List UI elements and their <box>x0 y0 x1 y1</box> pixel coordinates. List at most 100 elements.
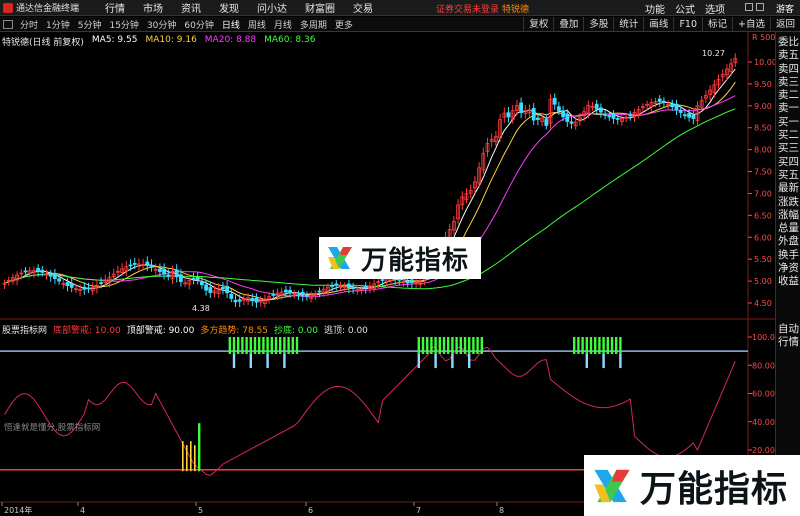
menu-item-formula[interactable]: 公式 <box>670 1 700 16</box>
menu-item-ask[interactable]: 问小达 <box>248 0 296 15</box>
menu-item-discover[interactable]: 发现 <box>210 0 248 15</box>
date-tick-1: 4 <box>80 506 85 515</box>
candle-body <box>225 285 230 294</box>
auto-label-1[interactable]: 自动 <box>776 323 800 336</box>
login-status[interactable]: 证券交易未登录 <box>436 2 499 15</box>
top-signal-bar <box>262 337 265 354</box>
menu-item-exchange[interactable]: 市场 <box>134 0 172 15</box>
top-signal-bar <box>266 337 269 354</box>
candle-body <box>271 293 276 296</box>
auto-quote[interactable]: 自动 行情 <box>776 323 800 350</box>
tool-adjust-button[interactable]: 复权 <box>523 17 553 32</box>
top-signal-bar <box>291 337 294 354</box>
top-signal-bar <box>274 337 278 354</box>
top-signal-bar <box>577 337 580 354</box>
candle-body <box>23 270 28 273</box>
tool-f10-button[interactable]: F10 <box>673 17 702 32</box>
candle-body <box>166 274 171 277</box>
tool-overlay-button[interactable]: 叠加 <box>553 17 583 32</box>
candle-body <box>611 113 616 119</box>
candle-body <box>162 268 167 275</box>
candle-body <box>174 269 179 278</box>
menu-item-market[interactable]: 行情 <box>96 0 134 15</box>
auto-label-2[interactable]: 行情 <box>776 336 800 349</box>
candle-body <box>69 282 74 288</box>
bottom-signal-bar <box>190 441 192 472</box>
tab-30min[interactable]: 30分钟 <box>143 18 180 31</box>
layout-icon[interactable] <box>3 19 13 29</box>
guest-user[interactable]: 游客 <box>776 2 794 15</box>
candle-body <box>615 118 620 120</box>
candle-body <box>233 299 238 303</box>
tab-5min[interactable]: 5分钟 <box>74 18 106 31</box>
top-signal-bar <box>598 337 601 354</box>
tool-stats-button[interactable]: 统计 <box>613 17 643 32</box>
menu-item-wealth[interactable]: 财富圈 <box>296 0 344 15</box>
tab-weekly[interactable]: 周线 <box>244 18 270 31</box>
ind-tick-4: 20.00 <box>752 446 775 455</box>
tool-multi-stock-button[interactable]: 多股 <box>583 17 613 32</box>
candle-body <box>519 102 523 113</box>
menu-item-function[interactable]: 功能 <box>640 1 670 16</box>
top-signal-bar <box>463 337 467 354</box>
tab-intraday[interactable]: 分时 <box>16 18 42 31</box>
maximize-icon[interactable] <box>756 3 764 11</box>
tab-daily[interactable]: 日线 <box>218 18 244 31</box>
candle-body <box>552 98 557 105</box>
candle-body <box>557 106 561 111</box>
ind-tick-3: 40.00 <box>752 418 775 427</box>
candle-body <box>607 114 612 118</box>
quote-label-10: 买五 <box>778 168 799 181</box>
indicator-name[interactable]: 股票指标网 <box>2 323 47 336</box>
candle-body <box>48 274 53 277</box>
tab-60min[interactable]: 60分钟 <box>180 18 217 31</box>
date-tick-3: 6 <box>308 506 313 515</box>
candle-body <box>149 264 154 268</box>
menu-item-news[interactable]: 资讯 <box>172 0 210 15</box>
top-signal-bar <box>442 337 446 354</box>
tab-monthly[interactable]: 月线 <box>270 18 296 31</box>
menu-item-trade[interactable]: 交易 <box>344 0 382 15</box>
candle-body <box>40 269 45 273</box>
tab-15min[interactable]: 15分钟 <box>105 18 142 31</box>
chart-tools: 复权 叠加 多股 统计 画线 F10 标记 +自选 返回 <box>523 17 800 32</box>
quote-label-18: 收益 <box>778 275 799 288</box>
right-menu: 功能 公式 选项 <box>640 1 730 16</box>
top-signal-bar <box>447 337 450 354</box>
indicator-axis: 100.0 80.00 60.00 40.00 20.00 <box>748 333 775 455</box>
top-signal-bar <box>434 337 437 354</box>
candle-body <box>283 289 288 293</box>
quote-label-7: 买二 <box>778 129 799 142</box>
tab-1min[interactable]: 1分钟 <box>42 18 74 31</box>
top-signal-bar <box>610 337 614 354</box>
indicator-bull-trend: 多方趋势: 78.55 <box>200 326 269 336</box>
top-signal-bar <box>279 337 282 354</box>
top-signal-tail <box>232 353 236 369</box>
stock-name-status[interactable]: 特锐德 <box>502 2 529 15</box>
candle-body <box>603 114 607 116</box>
quote-label-0: 委比 <box>778 36 799 48</box>
watermark-logo-icon <box>327 245 353 271</box>
candle-body <box>229 294 234 299</box>
tool-mark-button[interactable]: 标记 <box>702 17 732 32</box>
candle-body <box>86 287 91 290</box>
candle-body <box>506 112 511 118</box>
watermark-bottom: 万能指标 <box>584 455 800 516</box>
tool-draw-button[interactable]: 画线 <box>643 17 673 32</box>
top-signal-tail <box>283 353 286 369</box>
top-signal-bar <box>468 337 471 354</box>
quote-labels: 委比 卖五 卖四 卖三 卖二 卖一 买一 买二 买三 买四 买五 最新 涨跌 涨幅 总量 外盘 换手 净资 收益 <box>776 36 800 289</box>
top-signal-bar <box>602 337 605 354</box>
candle-body <box>208 287 213 293</box>
quote-label-13: 涨幅 <box>778 208 799 221</box>
tool-back-button[interactable]: 返回 <box>769 17 800 32</box>
candle-body <box>351 286 356 290</box>
price-axis: 10.00 9.50 9.00 8.50 8.00 7.50 7.00 6.50 6.00 5.5… <box>748 58 775 308</box>
top-signal-bar <box>594 337 597 354</box>
menu-item-options[interactable]: 选项 <box>700 1 730 16</box>
tab-more[interactable]: 更多 <box>331 18 357 31</box>
tab-multi-period[interactable]: 多周期 <box>296 18 331 31</box>
bottom-signal-bar <box>186 445 188 472</box>
minimize-icon[interactable] <box>745 3 753 11</box>
tool-add-watchlist-button[interactable]: +自选 <box>732 17 770 32</box>
